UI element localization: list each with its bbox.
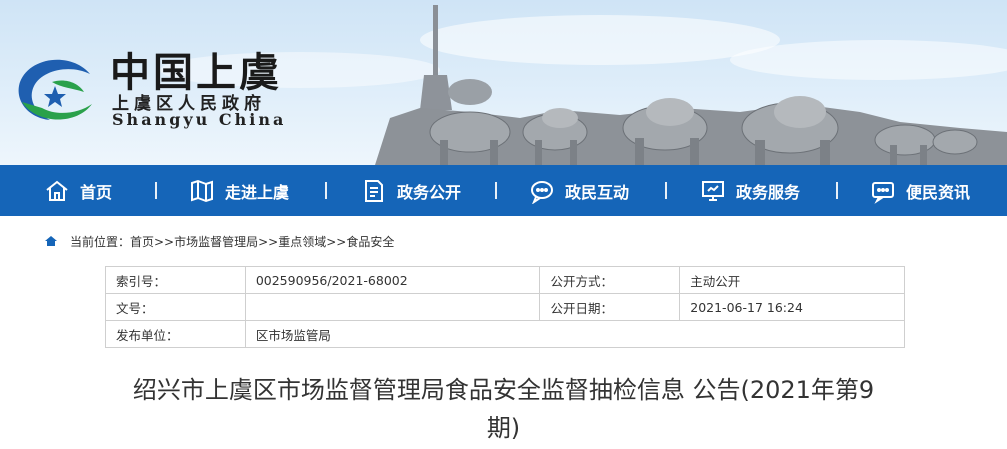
breadcrumb-home-icon bbox=[45, 236, 57, 246]
chat-icon bbox=[531, 180, 553, 204]
index-value: 002590956/2021-68002 bbox=[244, 266, 541, 294]
table-row: 文号： 公开日期： 2021-06-17 16:24 bbox=[105, 293, 905, 321]
monitor-icon bbox=[702, 180, 724, 201]
table-row: 发布单位： 区市场监管局 bbox=[105, 320, 906, 348]
nav-item-home[interactable]: 首页 bbox=[44, 165, 112, 216]
publisher-value: 区市场监管局 bbox=[244, 320, 906, 348]
nav-divider bbox=[495, 182, 497, 199]
nav-item-about[interactable]: 走进上虞 bbox=[189, 165, 289, 216]
nav-item-services[interactable]: 政务服务 bbox=[700, 165, 800, 216]
doc-no-label: 文号： bbox=[105, 293, 246, 321]
nav-item-label: 政务公开 bbox=[397, 182, 462, 202]
map-icon bbox=[191, 179, 213, 202]
page: 中国上虞 上虞区人民政府 Shangyu China 首页 走进上虞 政务公开 … bbox=[0, 0, 1007, 449]
nav-divider bbox=[836, 182, 838, 199]
home-icon bbox=[46, 180, 68, 201]
nav-item-label: 走进上虞 bbox=[225, 182, 290, 202]
index-label: 索引号： bbox=[105, 266, 246, 294]
message-icon bbox=[872, 181, 894, 204]
nav-divider bbox=[155, 182, 157, 199]
breadcrumb-text[interactable]: 当前位置：首页>>市场监督管理局>>重点领域>>食品安全 bbox=[70, 233, 394, 250]
nav-divider bbox=[325, 182, 327, 199]
nav-item-label: 政务服务 bbox=[736, 182, 801, 202]
nav-item-label: 政民互动 bbox=[565, 182, 630, 202]
breadcrumb: 当前位置：首页>>市场监督管理局>>重点领域>>食品安全 bbox=[44, 233, 394, 249]
doc-no-value bbox=[244, 293, 541, 321]
document-meta-table: 索引号： 002590956/2021-68002 公开方式： 主动公开 文号：… bbox=[105, 266, 906, 348]
document-icon bbox=[365, 179, 383, 202]
nav-item-news[interactable]: 便民资讯 bbox=[870, 165, 970, 216]
table-row: 索引号： 002590956/2021-68002 公开方式： 主动公开 bbox=[105, 266, 905, 294]
article-title: 绍兴市上虞区市场监督管理局食品安全监督抽检信息 公告(2021年第9期) bbox=[132, 376, 875, 442]
open-date-label: 公开日期： bbox=[539, 293, 681, 321]
nav-item-interaction[interactable]: 政民互动 bbox=[529, 165, 629, 216]
main-nav: 首页 走进上虞 政务公开 政民互动 政务服务 便民资讯 bbox=[0, 165, 1007, 216]
nav-item-label: 便民资讯 bbox=[906, 182, 971, 202]
site-english-name: Shangyu China bbox=[112, 110, 287, 129]
open-method-label: 公开方式： bbox=[539, 266, 681, 294]
nav-divider bbox=[665, 182, 667, 199]
logo-icon bbox=[18, 59, 92, 120]
nav-item-label: 首页 bbox=[80, 182, 113, 202]
nav-item-gov-info[interactable]: 政务公开 bbox=[361, 165, 461, 216]
open-method-value: 主动公开 bbox=[679, 266, 905, 294]
publisher-label: 发布单位： bbox=[105, 320, 246, 348]
header-banner: 中国上虞 上虞区人民政府 Shangyu China bbox=[0, 0, 1007, 165]
open-date-value: 2021-06-17 16:24 bbox=[679, 293, 905, 321]
